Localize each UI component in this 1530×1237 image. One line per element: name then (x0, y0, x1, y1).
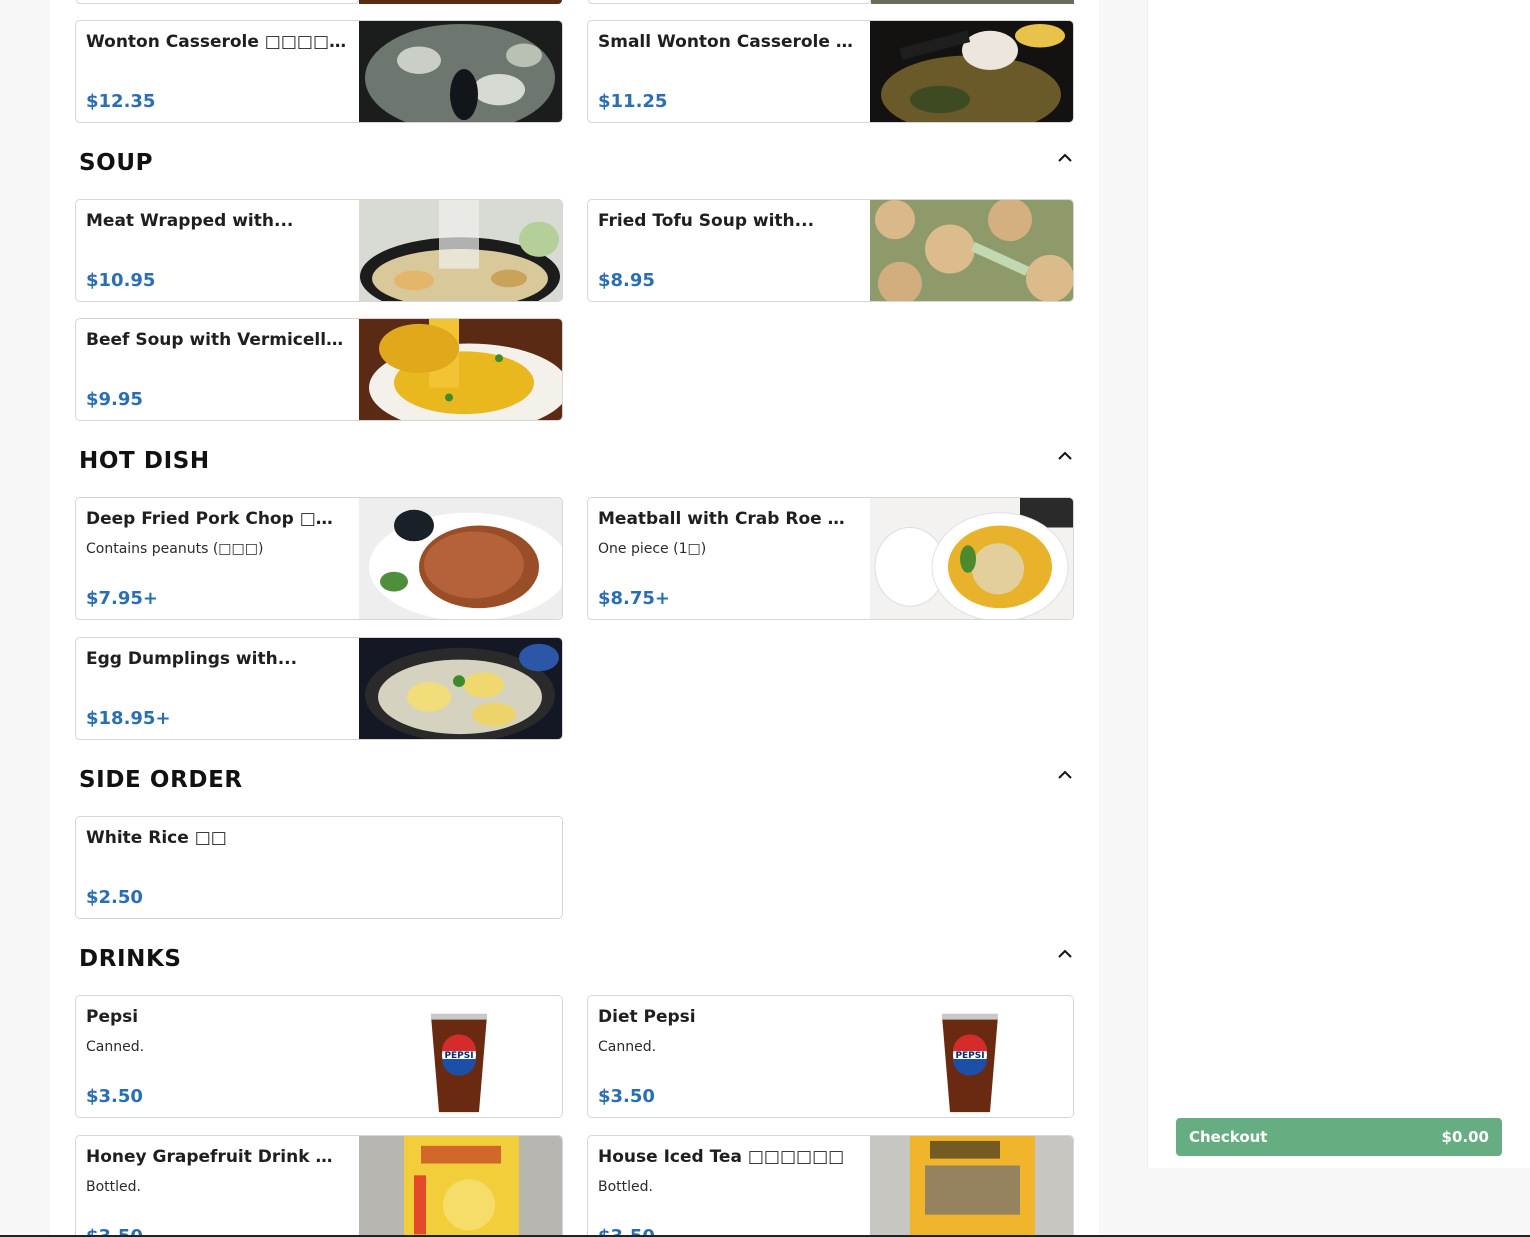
item-name: Meatball with Crab Roe &... (598, 509, 858, 529)
item-name: Pepsi (86, 1007, 139, 1027)
chevron-up-icon[interactable] (1056, 946, 1074, 960)
menu-item-card[interactable]: House Iced Tea □□□□□□ Bottled. $3.50 (587, 1135, 1074, 1237)
item-description: Canned. (598, 1039, 657, 1055)
menu-item-card[interactable]: Egg Dumplings with... $18.95+ (75, 637, 563, 740)
item-price: $3.50 (86, 1086, 143, 1107)
item-name: Egg Dumplings with... (86, 649, 298, 669)
item-name: Honey Grapefruit Drink □... (86, 1147, 347, 1167)
item-photo (359, 21, 562, 122)
menu-item-card[interactable]: Small Wonton Casserole □... $11.25 (587, 20, 1074, 123)
menu-item-card[interactable]: Diet Pepsi Canned. $3.50 PEPSI (587, 995, 1074, 1118)
item-photo (359, 1136, 562, 1237)
item-photo (870, 498, 1073, 619)
chevron-up-icon[interactable] (1056, 767, 1074, 781)
item-photo (359, 498, 562, 619)
item-name: House Iced Tea □□□□□□ (598, 1147, 845, 1167)
chevron-up-icon[interactable] (1056, 448, 1074, 462)
item-photo (870, 200, 1073, 301)
checkout-label: Checkout (1189, 1128, 1268, 1146)
menu-item-card[interactable]: Beef Soup with Vermicelli... $9.95 (75, 318, 563, 421)
item-description: One piece (1□) (598, 541, 707, 557)
checkout-button[interactable]: Checkout $0.00 (1176, 1118, 1502, 1156)
section-title-soup: SOUP (79, 150, 154, 176)
item-photo (870, 1136, 1073, 1237)
item-name: Fried Tofu Soup with... (598, 211, 815, 231)
menu-item-card[interactable]: White Rice □□ $2.50 (75, 816, 563, 919)
item-name: Deep Fried Pork Chop □□□ (86, 509, 347, 529)
item-price: $9.95 (86, 389, 143, 410)
item-price: $3.50 (598, 1086, 655, 1107)
section-title-drinks: DRINKS (79, 946, 182, 972)
pepsi-logo-text: PEPSI (444, 1051, 473, 1061)
item-name: Meat Wrapped with... (86, 211, 294, 231)
menu-item-card[interactable]: Honey Grapefruit Drink □... Bottled. $3.… (75, 1135, 563, 1237)
section-title-hot-dish: HOT DISH (79, 448, 210, 474)
pepsi-cup-image: PEPSI (359, 996, 562, 1117)
item-photo (870, 21, 1073, 122)
cart-total: $0.00 (1441, 1128, 1489, 1146)
item-price: $12.35 (86, 91, 156, 112)
prev-item-photo-edge (871, 0, 1074, 4)
item-photo (359, 319, 562, 420)
menu-item-card[interactable]: Meat Wrapped with... $10.95 (75, 199, 563, 302)
item-description: Bottled. (598, 1179, 653, 1195)
menu-item-card[interactable]: Pepsi Canned. $3.50 PEPSI (75, 995, 563, 1118)
cart-panel (1147, 0, 1530, 1168)
item-name: Beef Soup with Vermicelli... (86, 330, 347, 350)
prev-item-card-edge (76, 0, 359, 4)
prev-item-card-edge (588, 0, 871, 4)
pepsi-logo-text: PEPSI (955, 1051, 984, 1061)
item-description: Contains peanuts (□□□) (86, 541, 264, 557)
item-description: Canned. (86, 1039, 145, 1055)
item-name: White Rice □□ (86, 828, 227, 848)
item-name: Wonton Casserole □□□□□ (8) (86, 32, 347, 52)
pepsi-cup-image: PEPSI (870, 996, 1073, 1117)
item-description: Bottled. (86, 1179, 141, 1195)
item-price: $8.75+ (598, 588, 671, 609)
cart-footer-area (1147, 1168, 1530, 1237)
menu-item-card[interactable]: Meatball with Crab Roe &... One piece (1… (587, 497, 1074, 620)
menu-item-card[interactable]: Fried Tofu Soup with... $8.95 (587, 199, 1074, 302)
item-price: $18.95+ (86, 708, 171, 729)
item-name: Small Wonton Casserole □... (598, 32, 858, 52)
item-price: $2.50 (86, 887, 143, 908)
item-price: $8.95 (598, 270, 655, 291)
chevron-up-icon[interactable] (1056, 150, 1074, 164)
menu-item-card[interactable]: Wonton Casserole □□□□□ (8) $12.35 (75, 20, 563, 123)
item-name: Diet Pepsi (598, 1007, 696, 1027)
item-photo (359, 200, 562, 301)
prev-item-photo-edge (359, 0, 562, 4)
item-price: $7.95+ (86, 588, 159, 609)
menu-item-card[interactable]: Deep Fried Pork Chop □□□ Contains peanut… (75, 497, 563, 620)
item-price: $10.95 (86, 270, 156, 291)
item-price: $11.25 (598, 91, 668, 112)
section-title-side-order: SIDE ORDER (79, 767, 243, 793)
item-photo (359, 638, 562, 739)
